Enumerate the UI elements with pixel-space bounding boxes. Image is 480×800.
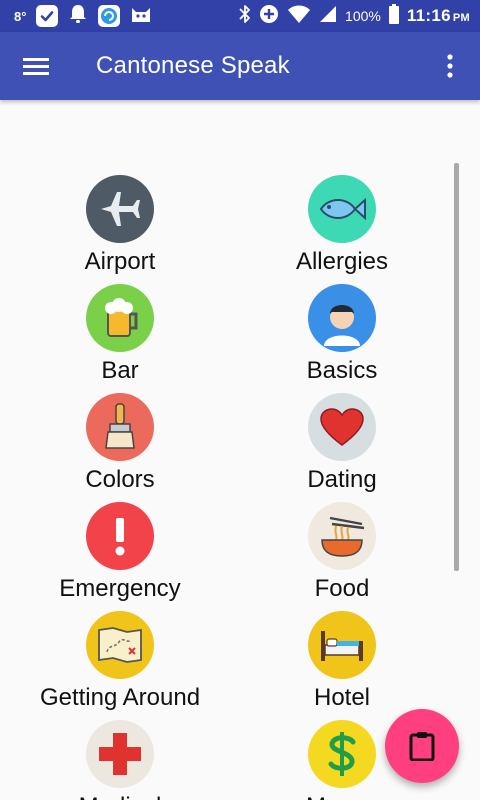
category-getting-around[interactable]: Getting Around — [0, 611, 240, 713]
clock-time: 11:16 — [406, 6, 451, 25]
category-allergies[interactable]: Allergies — [222, 175, 462, 277]
category-label: Bar — [101, 357, 139, 384]
category-label: Food — [314, 575, 370, 602]
app-bar: Cantonese Speak — [0, 32, 480, 100]
clipboard-button[interactable] — [385, 709, 459, 783]
category-label: Dating — [307, 466, 377, 493]
person-icon — [308, 284, 376, 352]
category-colors[interactable]: Colors — [0, 393, 240, 495]
category-medical[interactable]: Medical — [0, 720, 240, 800]
category-label: Basics — [306, 357, 378, 384]
category-airport[interactable]: Airport — [0, 175, 240, 277]
category-label: Hotel — [313, 684, 371, 711]
dollar-icon — [308, 720, 376, 788]
noodle-bowl-icon — [308, 502, 376, 570]
app-title: Cantonese Speak — [96, 52, 290, 79]
fish-icon — [308, 175, 376, 243]
category-emergency[interactable]: Emergency — [0, 502, 240, 604]
map-icon — [86, 611, 154, 679]
temperature-text: 8° — [14, 8, 27, 24]
bell-icon — [68, 3, 88, 30]
category-label: Medical — [79, 792, 162, 800]
clipboard-icon — [409, 732, 435, 761]
app-icon — [98, 5, 121, 27]
clock: 11:16 PM — [407, 6, 470, 26]
status-bar: 8° 100% 11:16 PM — [0, 0, 480, 32]
bluetooth-icon — [239, 4, 251, 29]
exclamation-icon — [86, 502, 154, 570]
category-grid[interactable]: Airport Allergies Bar Basics Colors Dati… — [0, 100, 480, 800]
bed-icon — [308, 611, 376, 679]
battery-text: 100% — [345, 8, 381, 24]
data-saver-icon — [259, 4, 279, 29]
cat-icon — [130, 4, 152, 29]
heart-icon — [308, 393, 376, 461]
category-dating[interactable]: Dating — [222, 393, 462, 495]
more-vert-icon[interactable] — [420, 32, 480, 100]
category-label: Emergency — [59, 575, 181, 602]
beer-mug-icon — [86, 284, 154, 352]
airplane-icon — [86, 175, 154, 243]
signal-icon — [319, 5, 337, 28]
clock-ampm: PM — [452, 12, 470, 24]
category-basics[interactable]: Basics — [222, 284, 462, 386]
wifi-icon — [287, 4, 311, 29]
category-bar[interactable]: Bar — [0, 284, 240, 386]
category-label: Money — [306, 792, 378, 800]
category-label: Getting Around — [39, 684, 201, 711]
battery-icon — [388, 3, 399, 29]
category-hotel[interactable]: Hotel — [222, 611, 462, 713]
category-label: Airport — [84, 248, 156, 275]
paintbrush-icon — [86, 393, 154, 461]
medical-cross-icon — [86, 720, 154, 788]
category-food[interactable]: Food — [222, 502, 462, 604]
check-icon — [36, 5, 59, 27]
hamburger-menu-icon[interactable] — [0, 32, 72, 100]
category-label: Allergies — [295, 248, 389, 275]
category-label: Colors — [85, 466, 155, 493]
